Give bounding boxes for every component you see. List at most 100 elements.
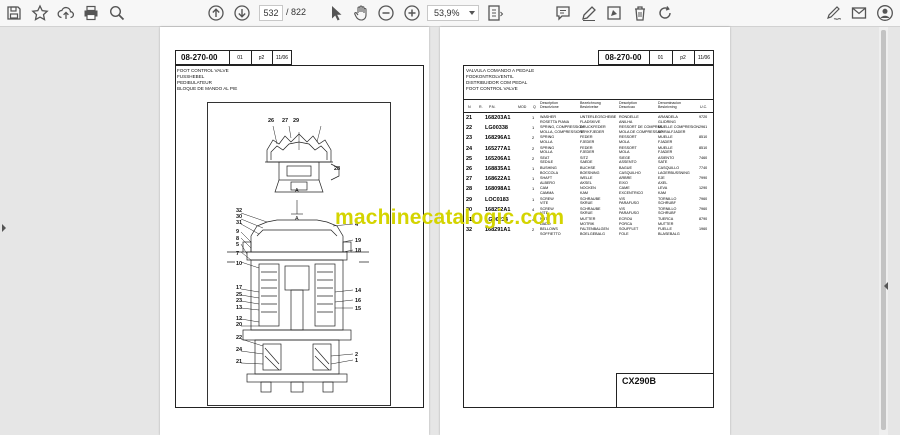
description-line: EXCENTRICO (619, 190, 644, 195)
expand-right-panel-icon[interactable] (884, 282, 888, 290)
print-icon[interactable] (80, 3, 102, 23)
sign-icon[interactable] (823, 3, 845, 23)
description-cell: ECROU PORCA (619, 217, 632, 226)
description-cell: SIEGE ASSENTO (619, 156, 637, 165)
description-line: MUTTER (580, 217, 596, 221)
description-cell: LEVA KAM (658, 186, 667, 195)
callout-14: 14 (355, 288, 362, 294)
callout-27: 27 (282, 118, 289, 124)
page-up-icon[interactable] (205, 3, 227, 23)
model-box-rule (616, 373, 617, 408)
zoom-in-icon[interactable] (401, 3, 423, 23)
callout-17: 17 (236, 285, 243, 291)
description-cell: RESSORT MOLA (619, 146, 637, 155)
col-pn: P.N. (489, 105, 496, 109)
quantity: 1 (532, 115, 535, 120)
uc-code: 8790 (699, 217, 708, 221)
right-title-2: FODKONTROLVENTIL (466, 74, 514, 79)
uc-code: 7460 (699, 155, 708, 160)
description-cell: DRUCKFEDER TRYKFJEDER (580, 125, 606, 134)
description-line: MOLLA (540, 150, 553, 155)
description-line: CAMMA (540, 190, 554, 195)
highlight-icon[interactable] (603, 3, 625, 23)
section-a-label: A (295, 216, 299, 222)
fit-page-icon[interactable] (484, 3, 506, 23)
comment-icon[interactable] (552, 3, 574, 23)
delete-icon[interactable] (629, 3, 651, 23)
expand-left-panel-icon[interactable] (2, 224, 6, 232)
page-down-icon[interactable] (231, 3, 253, 23)
bookmark-icon[interactable] (29, 3, 51, 23)
uc-code: 1290 (699, 186, 708, 191)
table-row: 27 168622A1 1 SHAFT ALBERO WELLE AKSEL ARBRE EIX… (466, 176, 712, 186)
description-line: BLASEBALG (658, 231, 680, 236)
pen-icon[interactable] (578, 3, 600, 23)
description-cell: BUSHING BOCCOLA (540, 166, 558, 175)
account-icon[interactable] (874, 3, 896, 23)
scrollbar-thumb[interactable] (881, 30, 886, 430)
right-title-4: FOOT CONTROL VALVE (466, 86, 518, 91)
description-cell: CASQUILLO LAGERBUSSNING (658, 166, 690, 175)
uc-code: 7990 (699, 176, 708, 181)
description-line: PARAFUSO (619, 201, 640, 206)
callout-15: 15 (355, 306, 362, 312)
description-cell: MUELLE FJADER (658, 135, 673, 144)
callout-26: 26 (268, 118, 275, 124)
description-line: TRYKFJEDER (580, 129, 605, 134)
description-cell: MUTTER MOTRIK (580, 217, 595, 226)
description-line: ASSENTO (619, 160, 637, 165)
right-date: 11/06 (697, 55, 711, 61)
quantity: 1 (532, 166, 535, 171)
uc-code: 8510 (699, 145, 708, 150)
page-number-input[interactable]: 532 (259, 5, 283, 21)
description-cell: CAM CAMMA (540, 186, 554, 195)
toolbar: 532 / 822 53,9% (0, 0, 900, 27)
description-line: PARAFUSO (619, 211, 640, 216)
description-line: SOFFIETTO (540, 231, 561, 236)
rotate-icon[interactable] (654, 3, 676, 23)
select-cursor-icon[interactable] (325, 3, 347, 23)
zoom-out-icon[interactable] (375, 3, 397, 23)
callout-1: 1 (355, 358, 359, 364)
quantity: 2 (532, 155, 535, 161)
save-icon[interactable] (3, 3, 25, 23)
hand-icon[interactable] (350, 3, 372, 23)
table-row: 24 165277A1 2 SPRING MOLLA FEDER FJEDER RESSORT… (466, 146, 712, 156)
left-sheet-number: 01 (237, 55, 243, 61)
description-cell: SHAFT ALBERO (540, 176, 555, 185)
col-n: N (468, 105, 471, 109)
pdf-viewer: 532 / 822 53,9% 08-270-00 01 p2 11/06 FO… (0, 0, 900, 435)
col-q: Q (533, 105, 536, 109)
zoom-level-select[interactable]: 53,9% (427, 5, 479, 21)
callout-7: 7 (236, 251, 240, 257)
description-line: ANILHA (619, 119, 633, 124)
zoom-search-icon[interactable] (106, 3, 128, 23)
table-row: 22 LG00338 1 SPRING, COMPRESSION MOLLA, COMP… (466, 125, 712, 135)
description-cell: SPRING MOLLA (540, 135, 554, 144)
callout-5: 5 (236, 242, 240, 248)
part-number: LG00338 (485, 125, 508, 132)
description-line: KAM (658, 190, 666, 195)
part-number: 168203A1 (485, 115, 511, 121)
part-number: 168296A1 (485, 135, 511, 142)
left-part-number: p2 (258, 55, 265, 61)
ref-number: 26 (466, 166, 473, 172)
quantity: 1 (532, 176, 535, 182)
description-line: FJEDER (580, 150, 595, 155)
mail-icon[interactable] (848, 3, 870, 23)
table-row: 25 165206A1 2 SEAT SEDILE SITZ SAEDE SIEGE ASSEN… (466, 156, 712, 166)
description-cell: UNTERLEGSCHEIBE FLADSKIVE (580, 115, 616, 124)
description-line: PORCA (619, 221, 633, 226)
description-cell: MUELLE FJADER (658, 146, 673, 155)
uc-code: 2961 (699, 125, 708, 130)
upload-icon[interactable] (55, 3, 77, 23)
callout-21: 21 (236, 359, 243, 365)
callout-20: 20 (236, 322, 243, 328)
right-sheet-number: 01 (657, 55, 664, 61)
right-part-number: p2 (680, 55, 686, 61)
table-row: 23 168296A1 2 SPRING MOLLA FEDER FJEDER RESSORT… (466, 135, 712, 145)
col-uc: U.C. (700, 105, 708, 109)
callout-a-label: A (295, 188, 299, 194)
left-page-code: 08-270-00 (181, 53, 218, 62)
callout-19: 19 (355, 238, 362, 244)
